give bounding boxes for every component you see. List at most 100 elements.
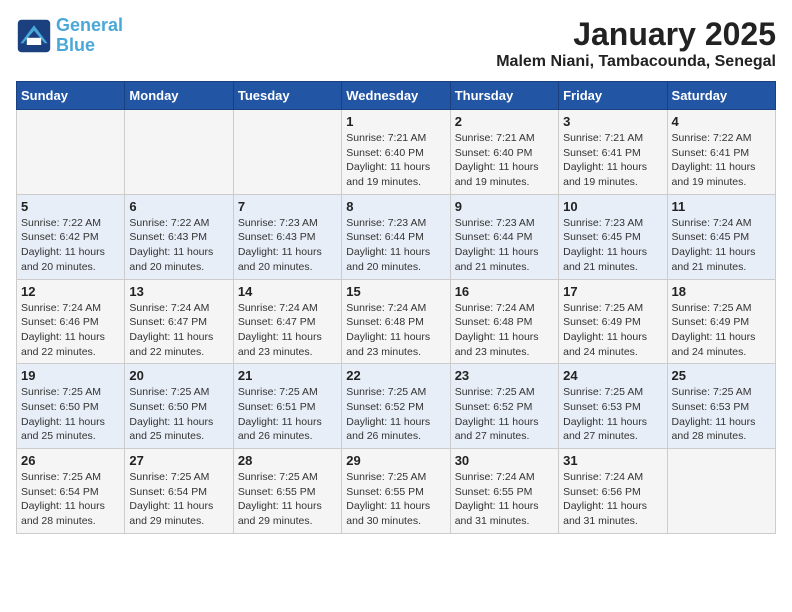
calendar-cell: 17Sunrise: 7:25 AM Sunset: 6:49 PM Dayli… bbox=[559, 279, 667, 364]
day-info: Sunrise: 7:25 AM Sunset: 6:55 PM Dayligh… bbox=[346, 470, 445, 529]
calendar-cell: 28Sunrise: 7:25 AM Sunset: 6:55 PM Dayli… bbox=[233, 449, 341, 534]
calendar-cell: 27 Sunrise: 7:25 AM Sunset: 6:54 PM Dayli… bbox=[125, 449, 233, 534]
day-number: 2 bbox=[455, 114, 554, 129]
calendar-week-3: 12 Sunrise: 7:24 AM Sunset: 6:46 PM Dayli… bbox=[17, 279, 776, 364]
day-number: 13 bbox=[129, 284, 228, 299]
day-info: Sunrise: 7:25 AM Sunset: 6:53 PM Dayligh… bbox=[563, 385, 662, 444]
day-number: 7 bbox=[238, 199, 337, 214]
calendar-cell: 13 Sunrise: 7:24 AM Sunset: 6:47 PM Dayli… bbox=[125, 279, 233, 364]
calendar-cell: 5 Sunrise: 7:22 AM Sunset: 6:42 PM Daylig… bbox=[17, 194, 125, 279]
day-info: Sunrise: 7:21 AM Sunset: 6:40 PM Dayligh… bbox=[455, 131, 554, 190]
calendar-cell: 1 Sunrise: 7:21 AM Sunset: 6:40 PM Daylig… bbox=[342, 110, 450, 195]
day-number: 14 bbox=[238, 284, 337, 299]
day-info: Sunrise: 7:25 AM Sunset: 6:50 PM Dayligh… bbox=[21, 385, 120, 444]
header: General Blue January 2025 Malem Niani, T… bbox=[16, 16, 776, 71]
day-info: Sunrise: 7:23 AM Sunset: 6:45 PM Dayligh… bbox=[563, 216, 662, 275]
day-info: Sunrise: 7:25 AM Sunset: 6:50 PM Dayligh… bbox=[129, 385, 228, 444]
calendar-week-2: 5 Sunrise: 7:22 AM Sunset: 6:42 PM Daylig… bbox=[17, 194, 776, 279]
day-info: Sunrise: 7:21 AM Sunset: 6:40 PM Dayligh… bbox=[346, 131, 445, 190]
day-info: Sunrise: 7:24 AM Sunset: 6:47 PM Dayligh… bbox=[129, 301, 228, 360]
day-info: Sunrise: 7:24 AM Sunset: 6:48 PM Dayligh… bbox=[455, 301, 554, 360]
day-number: 30 bbox=[455, 453, 554, 468]
calendar-cell: 26 Sunrise: 7:25 AM Sunset: 6:54 PM Dayli… bbox=[17, 449, 125, 534]
calendar-cell: 11 Sunrise: 7:24 AM Sunset: 6:45 PM Dayli… bbox=[667, 194, 775, 279]
calendar-header: SundayMondayTuesdayWednesdayThursdayFrid… bbox=[17, 82, 776, 110]
calendar-cell: 2 Sunrise: 7:21 AM Sunset: 6:40 PM Daylig… bbox=[450, 110, 558, 195]
day-info: Sunrise: 7:24 AM Sunset: 6:46 PM Dayligh… bbox=[21, 301, 120, 360]
day-number: 23 bbox=[455, 368, 554, 383]
calendar-cell: 23 Sunrise: 7:25 AM Sunset: 6:52 PM Dayli… bbox=[450, 364, 558, 449]
day-number: 1 bbox=[346, 114, 445, 129]
day-info: Sunrise: 7:25 AM Sunset: 6:49 PM Dayligh… bbox=[672, 301, 771, 360]
weekday-header-monday: Monday bbox=[125, 82, 233, 110]
calendar-cell: 24Sunrise: 7:25 AM Sunset: 6:53 PM Dayli… bbox=[559, 364, 667, 449]
day-number: 28 bbox=[238, 453, 337, 468]
day-number: 3 bbox=[563, 114, 662, 129]
calendar-cell: 9Sunrise: 7:23 AM Sunset: 6:44 PM Daylig… bbox=[450, 194, 558, 279]
month-title: January 2025 bbox=[496, 16, 776, 53]
day-info: Sunrise: 7:24 AM Sunset: 6:55 PM Dayligh… bbox=[455, 470, 554, 529]
calendar-cell: 14 Sunrise: 7:24 AM Sunset: 6:47 PM Dayli… bbox=[233, 279, 341, 364]
day-info: Sunrise: 7:22 AM Sunset: 6:43 PM Dayligh… bbox=[129, 216, 228, 275]
day-number: 16 bbox=[455, 284, 554, 299]
calendar-cell: 22 Sunrise: 7:25 AM Sunset: 6:52 PM Dayli… bbox=[342, 364, 450, 449]
day-number: 26 bbox=[21, 453, 120, 468]
calendar-cell bbox=[125, 110, 233, 195]
day-info: Sunrise: 7:25 AM Sunset: 6:51 PM Dayligh… bbox=[238, 385, 337, 444]
calendar-cell: 30 Sunrise: 7:24 AM Sunset: 6:55 PM Dayli… bbox=[450, 449, 558, 534]
calendar-cell: 10 Sunrise: 7:23 AM Sunset: 6:45 PM Dayli… bbox=[559, 194, 667, 279]
calendar-cell: 18 Sunrise: 7:25 AM Sunset: 6:49 PM Dayli… bbox=[667, 279, 775, 364]
day-number: 27 bbox=[129, 453, 228, 468]
logo: General Blue bbox=[16, 16, 123, 56]
weekday-header-wednesday: Wednesday bbox=[342, 82, 450, 110]
day-info: Sunrise: 7:23 AM Sunset: 6:44 PM Dayligh… bbox=[346, 216, 445, 275]
location-title: Malem Niani, Tambacounda, Senegal bbox=[496, 53, 776, 71]
day-number: 22 bbox=[346, 368, 445, 383]
day-number: 31 bbox=[563, 453, 662, 468]
day-info: Sunrise: 7:22 AM Sunset: 6:42 PM Dayligh… bbox=[21, 216, 120, 275]
day-info: Sunrise: 7:24 AM Sunset: 6:47 PM Dayligh… bbox=[238, 301, 337, 360]
day-number: 4 bbox=[672, 114, 771, 129]
calendar-cell: 7 Sunrise: 7:23 AM Sunset: 6:43 PM Daylig… bbox=[233, 194, 341, 279]
day-info: Sunrise: 7:25 AM Sunset: 6:52 PM Dayligh… bbox=[346, 385, 445, 444]
weekday-header-saturday: Saturday bbox=[667, 82, 775, 110]
day-info: Sunrise: 7:23 AM Sunset: 6:43 PM Dayligh… bbox=[238, 216, 337, 275]
calendar-week-1: 1 Sunrise: 7:21 AM Sunset: 6:40 PM Daylig… bbox=[17, 110, 776, 195]
weekday-header-sunday: Sunday bbox=[17, 82, 125, 110]
day-info: Sunrise: 7:25 AM Sunset: 6:53 PM Dayligh… bbox=[672, 385, 771, 444]
logo-icon bbox=[16, 18, 52, 54]
day-number: 10 bbox=[563, 199, 662, 214]
calendar-cell: 6 Sunrise: 7:22 AM Sunset: 6:43 PM Daylig… bbox=[125, 194, 233, 279]
weekday-header-thursday: Thursday bbox=[450, 82, 558, 110]
day-number: 18 bbox=[672, 284, 771, 299]
day-info: Sunrise: 7:25 AM Sunset: 6:54 PM Dayligh… bbox=[129, 470, 228, 529]
day-number: 6 bbox=[129, 199, 228, 214]
day-info: Sunrise: 7:25 AM Sunset: 6:54 PM Dayligh… bbox=[21, 470, 120, 529]
day-info: Sunrise: 7:21 AM Sunset: 6:41 PM Dayligh… bbox=[563, 131, 662, 190]
calendar-cell: 25 Sunrise: 7:25 AM Sunset: 6:53 PM Dayli… bbox=[667, 364, 775, 449]
day-number: 19 bbox=[21, 368, 120, 383]
day-number: 20 bbox=[129, 368, 228, 383]
calendar-cell bbox=[17, 110, 125, 195]
day-info: Sunrise: 7:22 AM Sunset: 6:41 PM Dayligh… bbox=[672, 131, 771, 190]
calendar-cell: 16 Sunrise: 7:24 AM Sunset: 6:48 PM Dayli… bbox=[450, 279, 558, 364]
weekday-header-tuesday: Tuesday bbox=[233, 82, 341, 110]
day-number: 8 bbox=[346, 199, 445, 214]
calendar-week-4: 19 Sunrise: 7:25 AM Sunset: 6:50 PM Dayli… bbox=[17, 364, 776, 449]
day-number: 12 bbox=[21, 284, 120, 299]
calendar-cell: 4 Sunrise: 7:22 AM Sunset: 6:41 PM Daylig… bbox=[667, 110, 775, 195]
day-number: 25 bbox=[672, 368, 771, 383]
calendar-cell: 19 Sunrise: 7:25 AM Sunset: 6:50 PM Dayli… bbox=[17, 364, 125, 449]
calendar-cell bbox=[233, 110, 341, 195]
day-number: 21 bbox=[238, 368, 337, 383]
day-number: 11 bbox=[672, 199, 771, 214]
day-number: 5 bbox=[21, 199, 120, 214]
calendar-cell: 21 Sunrise: 7:25 AM Sunset: 6:51 PM Dayli… bbox=[233, 364, 341, 449]
day-info: Sunrise: 7:24 AM Sunset: 6:48 PM Dayligh… bbox=[346, 301, 445, 360]
day-info: Sunrise: 7:24 AM Sunset: 6:56 PM Dayligh… bbox=[563, 470, 662, 529]
day-info: Sunrise: 7:25 AM Sunset: 6:52 PM Dayligh… bbox=[455, 385, 554, 444]
day-info: Sunrise: 7:23 AM Sunset: 6:44 PM Dayligh… bbox=[455, 216, 554, 275]
calendar-cell: 8 Sunrise: 7:23 AM Sunset: 6:44 PM Daylig… bbox=[342, 194, 450, 279]
day-info: Sunrise: 7:25 AM Sunset: 6:49 PM Dayligh… bbox=[563, 301, 662, 360]
day-info: Sunrise: 7:24 AM Sunset: 6:45 PM Dayligh… bbox=[672, 216, 771, 275]
